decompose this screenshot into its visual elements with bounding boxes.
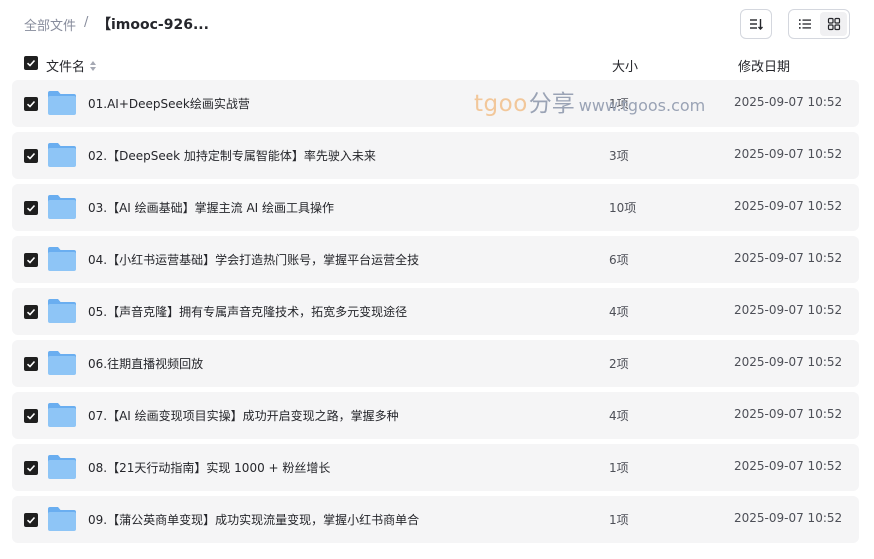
file-date: 2025-09-07 10:52	[734, 147, 843, 161]
file-date: 2025-09-07 10:52	[734, 459, 843, 473]
file-name[interactable]: 05.【声音克隆】拥有专属声音克隆技术，拓宽多元变现途径	[88, 303, 407, 320]
table-row[interactable]: 06.往期直播视频回放 2项 2025-09-07 10:52	[12, 340, 859, 387]
top-bar: 全部文件 / 【imooc-926...	[0, 0, 874, 48]
size-column-header[interactable]: 大小	[612, 56, 638, 75]
check-icon	[26, 100, 36, 108]
row-checkbox[interactable]	[24, 409, 38, 423]
list-view-icon	[798, 19, 811, 29]
check-icon	[26, 360, 36, 368]
file-size: 4项	[609, 409, 629, 423]
file-name[interactable]: 04.【小红书运营基础】学会打造热门账号，掌握平台运营全技	[88, 251, 419, 268]
row-checkbox[interactable]	[24, 513, 38, 527]
file-date: 2025-09-07 10:52	[734, 407, 843, 421]
table-row[interactable]: 03.【AI 绘画基础】掌握主流 AI 绘画工具操作 10项 2025-09-07 …	[12, 184, 859, 231]
table-row[interactable]: 05.【声音克隆】拥有专属声音克隆技术，拓宽多元变现途径 4项 2025-09-07…	[12, 288, 859, 335]
file-name[interactable]: 02.【DeepSeek 加持定制专属智能体】率先驶入未来	[88, 147, 376, 164]
name-column-header[interactable]: 文件名	[46, 56, 97, 75]
row-checkbox[interactable]	[24, 149, 38, 163]
check-icon	[26, 464, 36, 472]
file-size: 2项	[609, 357, 629, 371]
row-checkbox[interactable]	[24, 305, 38, 319]
folder-icon	[48, 247, 76, 271]
file-size: 6项	[609, 253, 629, 267]
file-date: 2025-09-07 10:52	[734, 355, 843, 369]
table-header: 文件名 大小 修改日期	[0, 48, 874, 80]
file-size: 1项	[609, 97, 629, 111]
row-checkbox[interactable]	[24, 357, 38, 371]
file-size: 10项	[609, 201, 637, 215]
file-name[interactable]: 07.【AI 绘画变现项目实操】成功开启变现之路，掌握多种	[88, 407, 399, 424]
breadcrumb-separator: /	[84, 15, 89, 30]
folder-icon	[48, 351, 76, 375]
file-date: 2025-09-07 10:52	[734, 251, 843, 265]
folder-icon	[48, 507, 76, 531]
table-row[interactable]: 02.【DeepSeek 加持定制专属智能体】率先驶入未来 3项 2025-09-0…	[12, 132, 859, 179]
breadcrumb-root[interactable]: 全部文件	[24, 15, 76, 34]
folder-icon	[48, 91, 76, 115]
sort-toggle-icon	[90, 60, 97, 71]
select-all-checkbox[interactable]	[24, 56, 38, 70]
table-row[interactable]: 08.【21天行动指南】实现 1000 + 粉丝增长 1项 2025-09-07 1…	[12, 444, 859, 491]
folder-icon	[48, 143, 76, 167]
file-date: 2025-09-07 10:52	[734, 199, 843, 213]
file-name[interactable]: 08.【21天行动指南】实现 1000 + 粉丝增长	[88, 459, 330, 476]
row-checkbox[interactable]	[24, 201, 38, 215]
file-name[interactable]: 09.【蒲公英商单变现】成功实现流量变现，掌握小红书商单合	[88, 511, 419, 528]
folder-icon	[48, 403, 76, 427]
check-icon	[26, 516, 36, 524]
file-size: 3项	[609, 149, 629, 163]
folder-icon	[48, 195, 76, 219]
file-name[interactable]: 06.往期直播视频回放	[88, 355, 203, 372]
file-date: 2025-09-07 10:52	[734, 303, 843, 317]
file-date: 2025-09-07 10:52	[734, 511, 843, 525]
grid-view-icon	[827, 17, 840, 31]
list-view-button[interactable]	[791, 12, 818, 36]
sort-button[interactable]	[740, 9, 772, 39]
date-column-header[interactable]: 修改日期	[738, 56, 790, 75]
row-checkbox[interactable]	[24, 253, 38, 267]
sort-icon	[750, 19, 763, 30]
file-date: 2025-09-07 10:52	[734, 95, 843, 109]
table-row[interactable]: 01.AI+DeepSeek绘画实战营 1项 2025-09-07 10:52	[12, 80, 859, 127]
folder-icon	[48, 299, 76, 323]
check-icon	[26, 412, 36, 420]
file-size: 1项	[609, 513, 629, 527]
check-icon	[26, 204, 36, 212]
table-row[interactable]: 07.【AI 绘画变现项目实操】成功开启变现之路，掌握多种 4项 2025-09-0…	[12, 392, 859, 439]
check-icon	[26, 308, 36, 316]
name-column-label: 文件名	[46, 60, 86, 75]
file-size: 1项	[609, 461, 629, 475]
row-checkbox[interactable]	[24, 97, 38, 111]
file-name[interactable]: 03.【AI 绘画基础】掌握主流 AI 绘画工具操作	[88, 199, 334, 216]
grid-view-button[interactable]	[820, 12, 847, 36]
table-row[interactable]: 04.【小红书运营基础】学会打造热门账号，掌握平台运营全技 6项 2025-09-0…	[12, 236, 859, 283]
check-icon	[26, 256, 36, 264]
view-toggle	[788, 9, 850, 39]
breadcrumb-current: 【imooc-926...	[97, 17, 209, 33]
check-icon	[26, 152, 36, 160]
file-name[interactable]: 01.AI+DeepSeek绘画实战营	[88, 95, 250, 112]
row-checkbox[interactable]	[24, 461, 38, 475]
file-size: 4项	[609, 305, 629, 319]
check-icon	[26, 59, 36, 67]
folder-icon	[48, 455, 76, 479]
table-row[interactable]: 09.【蒲公英商单变现】成功实现流量变现，掌握小红书商单合 1项 2025-09-0…	[12, 496, 859, 543]
